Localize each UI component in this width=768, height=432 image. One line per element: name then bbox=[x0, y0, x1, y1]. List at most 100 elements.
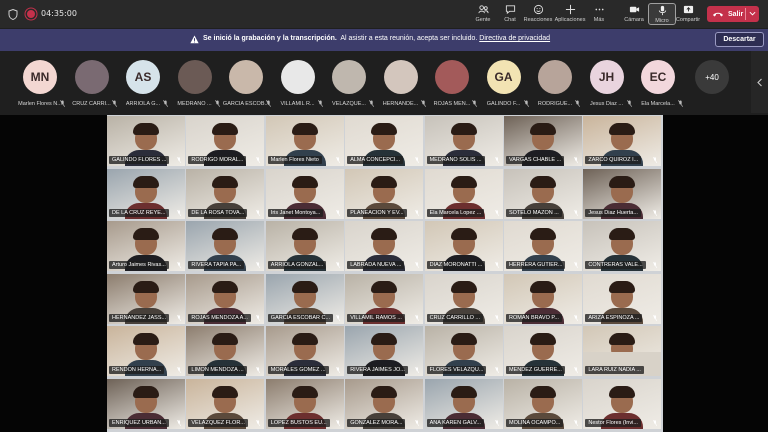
video-tile[interactable]: VARGAS CHABLE ... bbox=[504, 116, 582, 166]
participant-name: CRUZ CARRI... bbox=[72, 101, 111, 107]
video-tile[interactable]: HERRERA GUTIER... bbox=[504, 221, 582, 272]
leave-button[interactable]: Salir bbox=[707, 6, 759, 22]
video-tile[interactable]: VILLAMIL RAMOS ... bbox=[345, 273, 424, 324]
video-tile[interactable]: Jesus Diaz Huerta... bbox=[583, 168, 662, 219]
participant-name-label: RENDON HERNA... bbox=[109, 366, 165, 375]
video-tile[interactable]: HERNANDEZ JASS... bbox=[107, 273, 185, 324]
participant-avatar-item[interactable]: MN Marlen Flores N... bbox=[14, 60, 66, 110]
video-tile[interactable]: DIAZ MORONATTI ... bbox=[424, 221, 503, 272]
video-tile[interactable]: GARCIA ESCOBAR C... bbox=[265, 273, 344, 324]
chat-label: Chat bbox=[504, 17, 516, 23]
video-tile[interactable]: DE LA ROSA TOVA... bbox=[186, 168, 265, 219]
participant-name-label: Arturo Jaimes Rivas... bbox=[109, 261, 169, 270]
video-tile[interactable]: Ela Marcela Lopez ... bbox=[424, 168, 503, 219]
video-tile[interactable]: Marlen Flores Nieto bbox=[265, 116, 344, 166]
people-button[interactable]: Gente bbox=[469, 3, 497, 25]
avatar bbox=[74, 60, 109, 94]
mic-off-icon bbox=[415, 262, 420, 269]
video-tile[interactable]: Nestor Flores (Invi... bbox=[583, 379, 662, 429]
video-tile[interactable]: RIVERA TAPIA PA... bbox=[186, 221, 265, 272]
privacy-policy-link[interactable]: Directiva de privacidad bbox=[479, 35, 550, 42]
share-button[interactable]: Compartir bbox=[674, 3, 702, 25]
video-tile[interactable]: ZARCO QUIROZ I... bbox=[583, 116, 662, 166]
mic-off-icon bbox=[626, 100, 632, 107]
dismiss-button[interactable]: Descartar bbox=[715, 32, 764, 47]
mic-off-icon bbox=[494, 262, 499, 269]
person-hair bbox=[212, 175, 239, 188]
participant-avatar-item[interactable]: AS ARRIOLA G... bbox=[117, 60, 169, 110]
video-tile[interactable]: RODRIGO MORAL... bbox=[186, 116, 265, 166]
video-tile[interactable]: PLANEACION Y EV... bbox=[345, 168, 424, 219]
video-tile[interactable]: RIVERA JAIMES JO... bbox=[345, 326, 424, 377]
strip-scroll-button[interactable] bbox=[751, 51, 768, 113]
video-tile[interactable]: LARA RUIZ NADIA ... bbox=[583, 352, 662, 376]
video-tile[interactable]: LABRADA NUEVA ... bbox=[345, 221, 424, 272]
video-tile[interactable]: Arturo Jaimes Rivas... bbox=[107, 221, 185, 272]
participant-name-label: Marlen Flores Nieto bbox=[267, 156, 322, 164]
participant-avatar-item[interactable]: VILLAMIL R... bbox=[272, 60, 324, 110]
video-tile[interactable]: ANA KAREN GALV... bbox=[424, 379, 503, 429]
person-hair bbox=[133, 175, 159, 188]
video-tile[interactable]: VELAZQUEZ FLOR... bbox=[186, 379, 265, 429]
person-hair bbox=[450, 123, 477, 135]
reactions-button[interactable]: Reacciones bbox=[524, 3, 552, 25]
chevron-down-icon[interactable] bbox=[749, 10, 756, 17]
participant-name-label: VARGAS CHABLE ... bbox=[506, 156, 565, 164]
video-tile[interactable]: ENRIQUEZ URBAN... bbox=[107, 379, 185, 429]
video-tile[interactable]: ROMAN BRAVO P... bbox=[504, 273, 582, 324]
video-tile[interactable]: ROJAS MENDOZA A... bbox=[186, 273, 265, 324]
mic-off-icon bbox=[575, 100, 580, 107]
participant-avatar-item[interactable]: MEDRANO ... bbox=[169, 60, 221, 110]
video-tile[interactable]: MEDRANO SOLIS ... bbox=[424, 116, 503, 166]
person-hair bbox=[530, 123, 556, 135]
shield-icon bbox=[8, 9, 18, 20]
chat-button[interactable]: Chat bbox=[496, 3, 524, 25]
more-label: Más bbox=[593, 17, 605, 23]
apps-button[interactable]: Aplicaciones bbox=[555, 3, 585, 25]
leave-label: Salir bbox=[728, 10, 744, 18]
participant-name-label: RIVERA JAIMES JO... bbox=[347, 366, 408, 375]
video-tile[interactable]: MENDEZ GUERRE... bbox=[504, 326, 582, 377]
participant-avatar-item[interactable]: EC Ela Marcela... bbox=[632, 60, 684, 110]
participant-avatar-item[interactable]: ROJAS MEN... bbox=[426, 60, 478, 110]
video-tile[interactable]: FLORES VELAZQU... bbox=[424, 326, 503, 377]
participant-name-label: ARRIOLA GONZAL... bbox=[267, 261, 327, 270]
video-tile[interactable]: MOLINA OCAMPO... bbox=[504, 379, 582, 429]
video-tile[interactable]: RENDON HERNA... bbox=[107, 326, 185, 377]
participant-name-label: GARCIA ESCOBAR C... bbox=[267, 313, 334, 322]
video-tile[interactable]: CONTRERAS VALE... bbox=[583, 221, 662, 272]
more-options-button[interactable]: Más bbox=[585, 3, 613, 25]
video-tile[interactable]: SOTELO MAZON ... bbox=[504, 168, 582, 219]
mic-off-icon bbox=[574, 420, 578, 426]
video-tile[interactable]: LOPEZ BUSTOS EU... bbox=[265, 379, 344, 429]
video-tile[interactable]: GONZALEZ MORA... bbox=[345, 379, 424, 429]
person-hair bbox=[530, 175, 556, 188]
video-tile[interactable]: LIMON MENDOZA ... bbox=[186, 326, 265, 377]
meeting-toolbar: 04:35:00 Gente Chat Reacciones Aplicacio… bbox=[0, 0, 768, 28]
video-tile[interactable]: ARRIOLA GONZAL... bbox=[265, 221, 344, 272]
mic-off-icon bbox=[177, 209, 181, 216]
video-tile[interactable]: GALINDO FLORES ... bbox=[107, 116, 185, 166]
participant-name-label: ENRIQUEZ URBAN... bbox=[109, 419, 169, 427]
video-tile[interactable]: ARIZA ESPINOZA ... bbox=[583, 273, 662, 324]
participant-avatar-item[interactable]: CRUZ CARRI... bbox=[66, 60, 118, 110]
participant-avatar-item[interactable]: VELAZQUE... bbox=[323, 60, 375, 110]
mic-button[interactable]: Micro bbox=[648, 3, 676, 25]
video-tile[interactable]: DE LA CRUZ REYE... bbox=[107, 168, 185, 219]
participant-avatar-item[interactable]: GARCIA ESCOB... bbox=[220, 60, 272, 110]
camera-button[interactable]: Cámara bbox=[620, 3, 648, 25]
participant-avatar-item[interactable]: HERNANDE... bbox=[375, 60, 427, 110]
video-tile[interactable]: MORALES GOMEZ ... bbox=[265, 326, 344, 377]
mic-off-icon bbox=[678, 100, 683, 107]
participant-avatar-item[interactable]: GA GALINDO F... bbox=[478, 60, 530, 110]
video-tile[interactable]: ALMA CONCEPCI... bbox=[345, 116, 424, 166]
mic-off-icon bbox=[256, 157, 261, 163]
video-tile[interactable]: CRUZ CARRILLO ... bbox=[424, 273, 503, 324]
video-tile[interactable]: Iris Janet Montoya... bbox=[265, 168, 344, 219]
participant-avatar-item[interactable]: JH Jesus Diaz ... bbox=[581, 60, 633, 110]
participant-avatar-item[interactable]: RODRIGUE... bbox=[529, 60, 581, 110]
avatar-initials: GA bbox=[494, 70, 513, 84]
more-participants-button[interactable]: +40 bbox=[695, 60, 729, 94]
mic-off-icon bbox=[256, 262, 261, 269]
person-hair bbox=[371, 333, 398, 346]
